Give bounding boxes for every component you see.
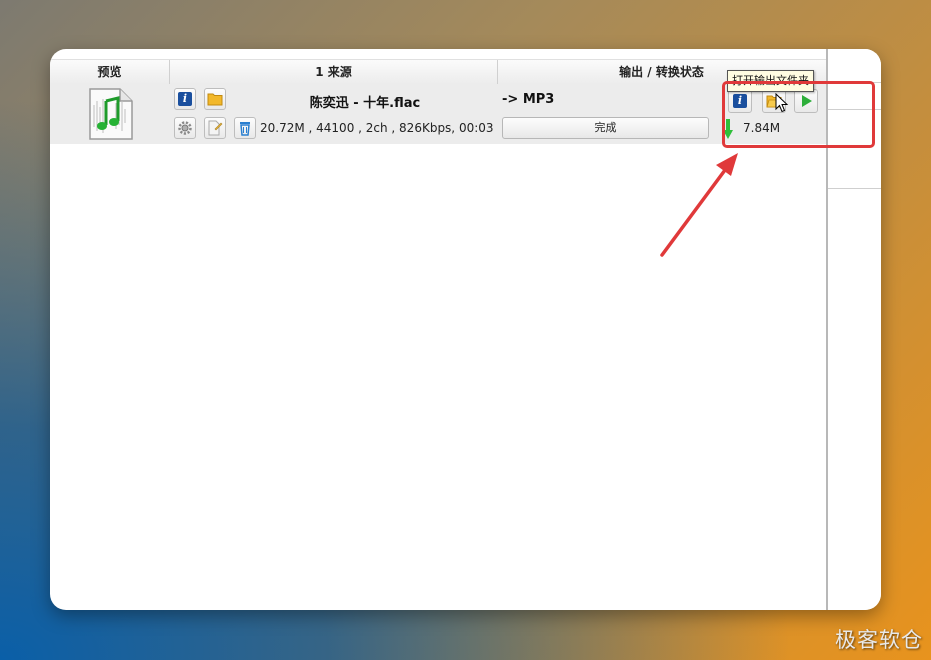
annotation-arrow-icon: [660, 153, 738, 257]
